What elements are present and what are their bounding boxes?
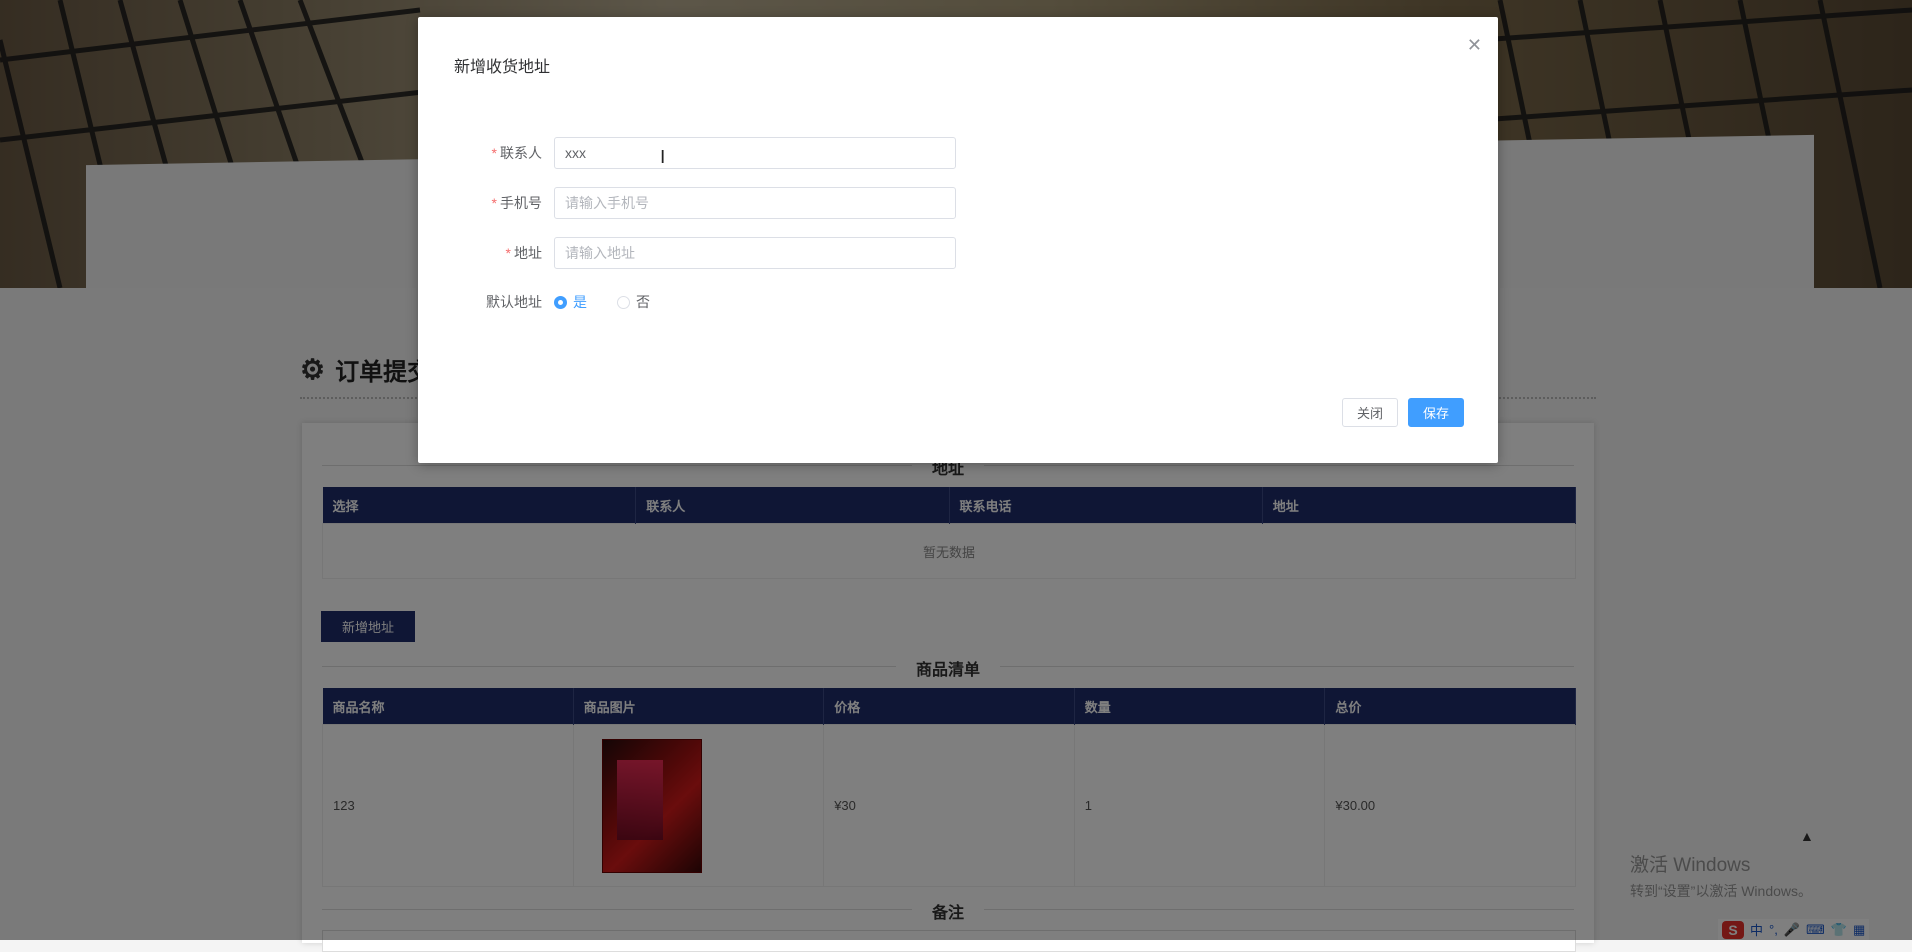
contact-label: * 联系人 <box>491 145 542 161</box>
save-button[interactable]: 保存 <box>1408 398 1465 427</box>
close-button[interactable]: 关闭 <box>1342 398 1399 427</box>
phone-input[interactable] <box>554 187 956 219</box>
text-cursor-icon: I <box>660 147 666 168</box>
radio-yes[interactable]: 是 <box>554 292 587 312</box>
add-address-dialog: 新增收货地址 ✕ *联系人 *手机号 *地址 默认地址 是 否 关闭 保存 <box>418 17 1498 463</box>
address-row: * 地址 <box>418 236 956 270</box>
default-label: 默认地址 <box>486 294 542 310</box>
default-row: 默认地址 是 否 <box>418 285 650 319</box>
radio-checked-icon <box>554 295 567 309</box>
dialog-title: 新增收货地址 <box>454 59 551 76</box>
default-radio-group: 是 否 <box>554 292 650 312</box>
radio-no[interactable]: 否 <box>617 292 650 312</box>
phone-row: * 手机号 <box>418 186 956 220</box>
radio-unchecked-icon <box>617 295 630 309</box>
close-icon[interactable]: ✕ <box>1467 35 1482 56</box>
contact-row: * 联系人 <box>418 136 956 170</box>
address-label: * 地址 <box>505 245 542 261</box>
phone-label: * 手机号 <box>491 195 542 211</box>
contact-input[interactable] <box>554 137 956 169</box>
address-input[interactable] <box>554 237 956 269</box>
